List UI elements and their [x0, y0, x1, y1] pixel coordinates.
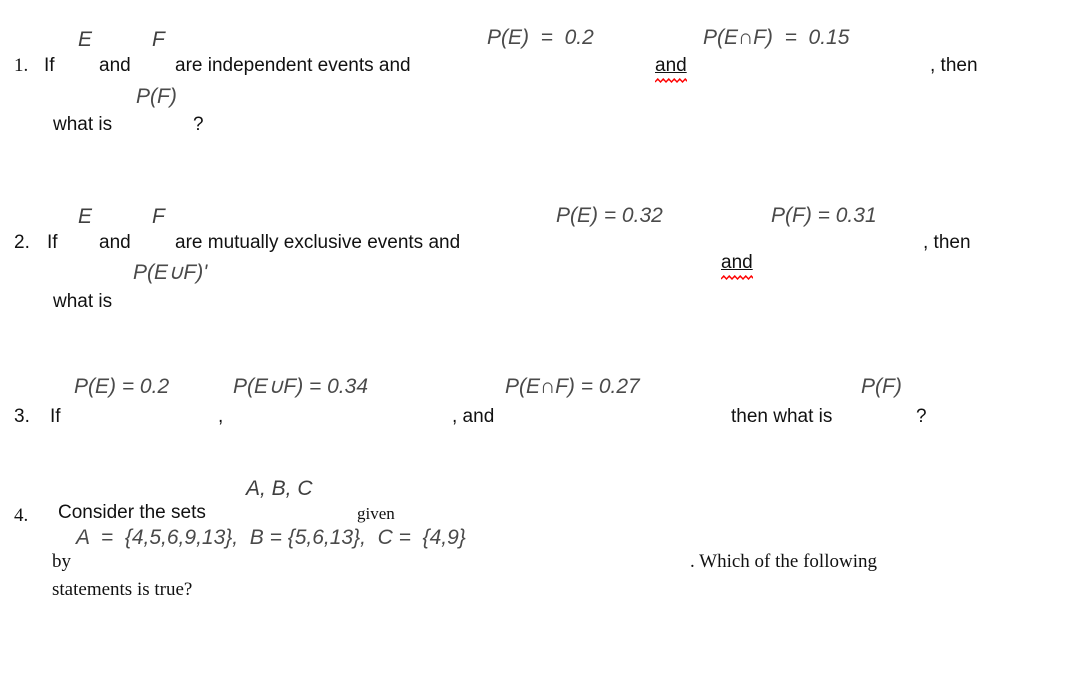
question-4-sets-list: A, B, C [246, 477, 313, 500]
question-4-text-statements-is-true: statements is true? [52, 579, 193, 600]
question-4-text-by: by [52, 551, 71, 572]
question-1-number: 1. [14, 55, 29, 76]
question-3-equation-peunionf: P(E∪F) = 0.34 [233, 375, 369, 398]
question-3-text-comma-1: , [218, 406, 224, 427]
question-1-text-independent-events: are independent events and [175, 55, 411, 76]
question-2-text-and-misspelled: and [721, 252, 753, 280]
question-2-equation-pf: P(F) = 0.31 [771, 204, 877, 227]
question-4-text-which-of-the-following: . Which of the following [690, 551, 877, 572]
question-1-text-then: , then [930, 55, 978, 76]
question-3-text-if: If [50, 406, 61, 427]
question-1-text-and: and [99, 55, 131, 76]
question-3-equation-pf: P(F) [861, 375, 902, 398]
question-2-variable-e: E [78, 205, 93, 228]
question-2-text-if: If [47, 232, 58, 253]
question-3-text-question-mark: ? [916, 406, 927, 427]
question-1-misspelled-word: and [655, 55, 687, 76]
question-4-number: 4. [14, 505, 29, 526]
question-2-equation-pe: P(E) = 0.32 [556, 204, 663, 227]
question-1-equation-pf: P(F) [136, 85, 177, 108]
question-2-variable-f: F [152, 205, 165, 228]
question-4-text-given: given [357, 504, 395, 523]
question-3-equation-pe: P(E) = 0.2 [74, 375, 170, 398]
question-2-text-mutually-exclusive-events: are mutually exclusive events and [175, 232, 461, 253]
question-1-text-if: If [44, 55, 55, 76]
question-1-text-and-misspelled: and [655, 55, 687, 83]
question-2-text-what-is: what is [53, 291, 113, 312]
question-1-text-question-mark: ? [193, 114, 204, 135]
question-1-equation-pe: P(E) = 0.2 [487, 26, 594, 49]
question-4-text-consider-the-sets: Consider the sets [58, 502, 206, 523]
question-1-variable-f: F [152, 28, 165, 51]
question-2-number: 2. [14, 232, 30, 253]
question-2-text-and: and [99, 232, 131, 253]
question-1-variable-e: E [78, 28, 93, 51]
question-3-text-comma-and: , and [452, 406, 495, 427]
question-3-equation-peandf: P(E∩F) = 0.27 [505, 375, 640, 398]
question-3-number: 3. [14, 406, 30, 427]
question-2-equation-peunionf-complement: P(E∪F)' [133, 261, 208, 284]
question-2-text-then: , then [923, 232, 971, 253]
question-1-text-what-is: what is [53, 114, 113, 135]
spellcheck-squiggle-icon [721, 275, 753, 280]
question-3-text-then-what-is: then what is [731, 406, 833, 427]
question-1-equation-peandf: P(E∩F) = 0.15 [703, 26, 850, 49]
question-4-set-definitions: A = {4,5,6,9,13}, B = {5,6,13}, C = {4,9… [76, 526, 466, 549]
question-1: 1. If E and F are independent events and… [0, 0, 1065, 134]
question-2-misspelled-word: and [721, 252, 753, 273]
spellcheck-squiggle-icon [655, 78, 687, 83]
